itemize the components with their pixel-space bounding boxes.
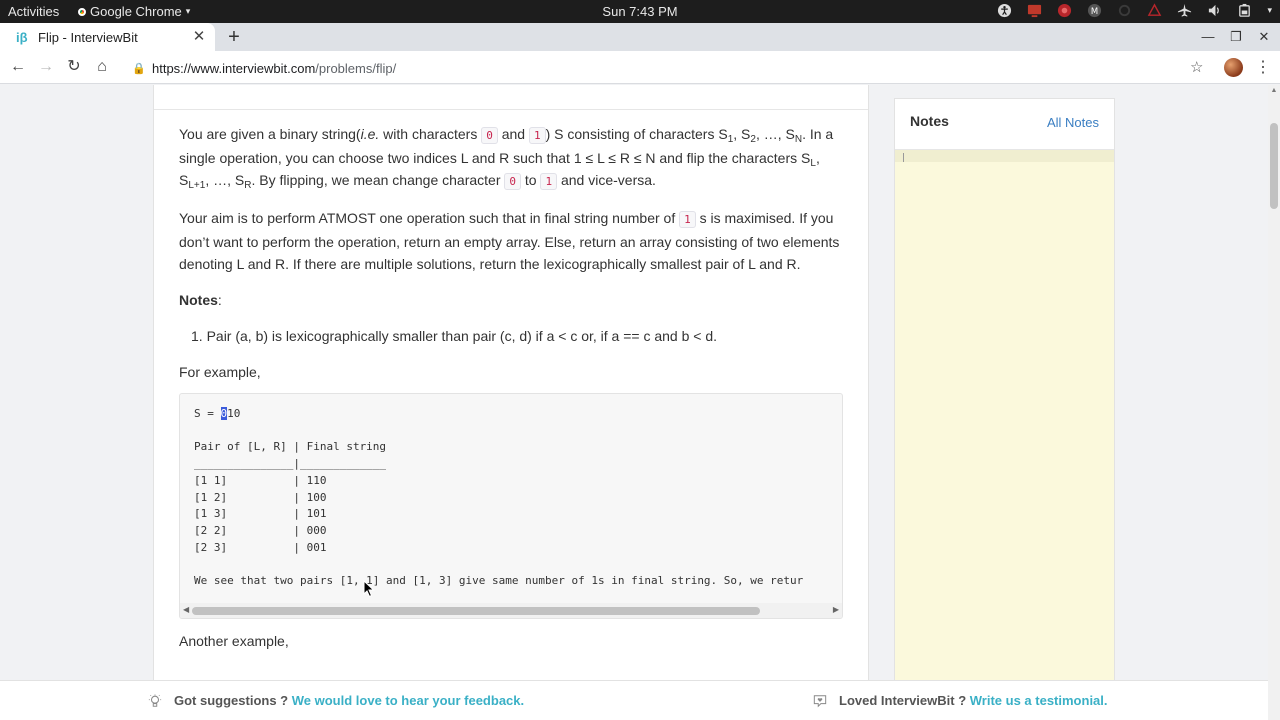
back-icon[interactable]: ←: [8, 57, 28, 77]
code-text[interactable]: S = 010 Pair of [L, R] | Final string __…: [194, 406, 803, 590]
inline-code: 1: [528, 127, 546, 144]
another-example-label: Another example,: [179, 633, 289, 649]
feedback-right: Loved InterviewBit ? Write us a testimon…: [813, 693, 1108, 708]
heart-chat-icon: [813, 694, 827, 707]
tab-interviewbit[interactable]: iβ Flip - InterviewBit ✕: [0, 23, 215, 51]
url-text[interactable]: https://www.interviewbit.com/problems/fl…: [152, 61, 396, 76]
scroll-left-icon[interactable]: ◀: [183, 605, 189, 614]
close-icon[interactable]: ✕: [191, 29, 207, 45]
inline-code: 0: [481, 127, 498, 144]
problem-description: You are given a binary string(i.e. with …: [179, 123, 843, 397]
testimonial-link[interactable]: Write us a testimonial.: [970, 693, 1108, 708]
interviewbit-favicon-icon: iβ: [16, 29, 28, 45]
restore-icon[interactable]: ❐: [1228, 29, 1244, 45]
browser-toolbar: ← → ↻ ⌂ 🔒 https://www.interviewbit.com/p…: [0, 51, 1280, 84]
app-menu-label: Google Chrome: [90, 4, 182, 19]
tab-strip: iβ Flip - InterviewBit ✕ + — ❐ ✕: [0, 23, 1280, 51]
feedback-prompt: Got suggestions ? We would love to hear …: [174, 693, 525, 708]
feedback-bar: Got suggestions ? We would love to hear …: [0, 680, 1268, 720]
scrollbar-thumb[interactable]: [1270, 123, 1278, 209]
sync-icon[interactable]: [1117, 3, 1132, 18]
lightbulb-icon: [148, 693, 162, 707]
text-caret: [903, 153, 904, 162]
for-example-label: For example,: [179, 364, 261, 380]
chrome-menu-icon[interactable]: ⋮: [1255, 57, 1271, 77]
svg-text:M: M: [1091, 6, 1098, 16]
url-path: /problems/flip/: [315, 60, 397, 76]
scroll-up-icon[interactable]: ▲: [1268, 87, 1280, 94]
inline-code: 1: [679, 211, 696, 228]
chrome-icon: [78, 7, 86, 16]
chevron-down-icon: ▾: [185, 6, 191, 16]
system-top-bar: Activities Google Chrome ▾ Sun 7:43 PM M…: [0, 0, 1280, 23]
monitor-icon[interactable]: [1027, 3, 1042, 18]
note-list-item: 1. Pair (a, b) is lexicographically smal…: [191, 328, 718, 344]
airplane-icon[interactable]: [1177, 3, 1192, 18]
inline-code: 0: [504, 173, 521, 190]
url-host: https://www.interviewbit.com: [152, 60, 316, 76]
notes-editor[interactable]: [895, 149, 1114, 699]
feedback-left: Got suggestions ? We would love to hear …: [148, 693, 524, 708]
reload-icon[interactable]: ↻: [64, 57, 84, 77]
lock-icon[interactable]: 🔒: [132, 62, 146, 75]
volume-icon[interactable]: [1207, 3, 1222, 18]
alert-icon[interactable]: [1147, 3, 1162, 18]
bookmark-star-icon[interactable]: ☆: [1190, 58, 1203, 76]
inline-code: 1: [540, 173, 558, 190]
battery-icon[interactable]: [1237, 3, 1252, 18]
mail-icon[interactable]: M: [1087, 3, 1102, 18]
horizontal-scrollbar[interactable]: ◀ ▶: [180, 603, 842, 618]
notes-title: Notes: [910, 113, 949, 129]
tab-title: Flip - InterviewBit: [38, 29, 138, 45]
accessibility-icon[interactable]: [997, 3, 1012, 18]
home-icon[interactable]: ⌂: [92, 57, 112, 77]
window-close-icon[interactable]: ✕: [1256, 29, 1272, 45]
minimize-icon[interactable]: —: [1200, 29, 1216, 44]
new-tab-button[interactable]: +: [224, 27, 244, 47]
scrollbar-thumb[interactable]: [192, 607, 760, 615]
page-scrollbar[interactable]: ▲: [1268, 85, 1280, 720]
notes-gutter: [895, 150, 1114, 162]
notes-heading: Notes:: [179, 292, 222, 308]
chevron-down-icon[interactable]: ▾: [1267, 5, 1272, 16]
activities-button[interactable]: Activities: [8, 4, 59, 19]
forward-icon[interactable]: →: [36, 57, 56, 77]
scroll-right-icon[interactable]: ▶: [833, 605, 839, 614]
example-code-block[interactable]: S = 010 Pair of [L, R] | Final string __…: [179, 393, 843, 619]
record-icon[interactable]: [1057, 3, 1072, 18]
divider: [154, 109, 868, 110]
all-notes-link[interactable]: All Notes: [1047, 115, 1099, 130]
page-viewport: You are given a binary string(i.e. with …: [0, 85, 1268, 720]
testimonial-prompt: Loved InterviewBit ? Write us a testimon…: [839, 693, 1108, 708]
feedback-link[interactable]: We would love to hear your feedback.: [292, 693, 524, 708]
notes-panel: Notes All Notes: [894, 98, 1115, 699]
profile-avatar[interactable]: [1224, 58, 1243, 77]
system-tray[interactable]: M ▾: [997, 3, 1272, 18]
paragraph-2: Your aim is to perform ATMOST one operat…: [179, 210, 840, 272]
mouse-pointer-icon: [363, 580, 375, 598]
app-menu[interactable]: Google Chrome ▾: [78, 4, 190, 19]
address-bar[interactable]: 🔒 https://www.interviewbit.com/problems/…: [124, 55, 1216, 81]
problem-card: You are given a binary string(i.e. with …: [153, 85, 869, 720]
paragraph-1: You are given a binary string(i.e. with …: [179, 126, 834, 191]
